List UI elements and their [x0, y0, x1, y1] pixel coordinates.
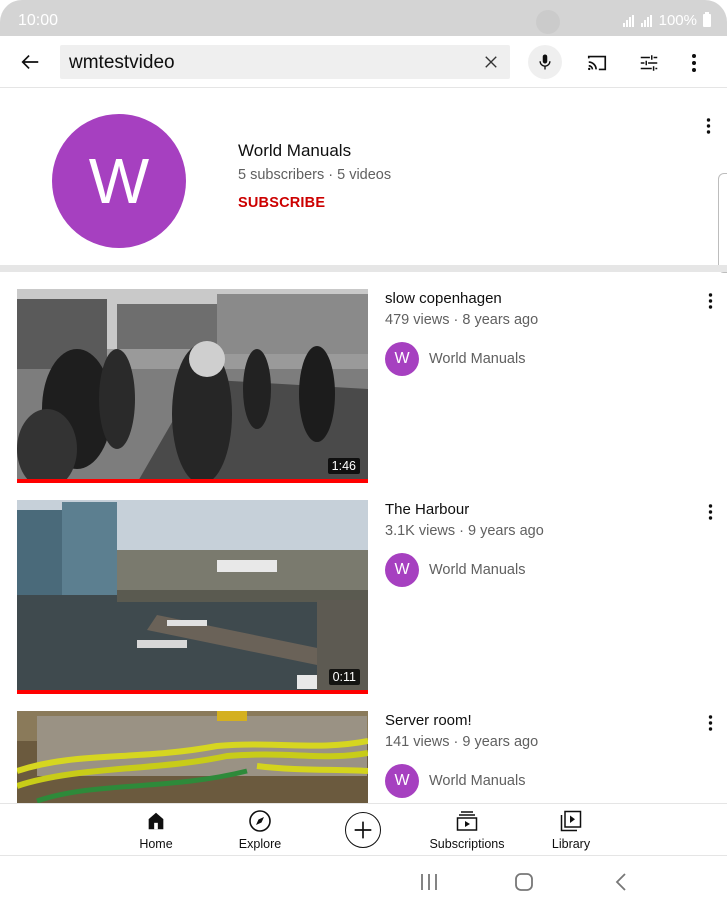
more-options-button[interactable] — [680, 48, 708, 78]
system-navigation-bar — [0, 856, 727, 908]
create-plus-icon — [354, 821, 372, 839]
camera-cutout — [536, 10, 560, 34]
cast-icon — [587, 55, 607, 71]
search-input[interactable]: wmtestvideo — [60, 45, 510, 79]
bottom-navigation: Home Explore Subscriptions Library — [0, 803, 727, 856]
channel-more-button[interactable] — [698, 115, 718, 137]
video-meta: 141 views · 9 years ago — [385, 734, 539, 750]
status-bar: 10:00 100% — [0, 0, 727, 36]
home-circle-icon — [515, 873, 533, 891]
nav-home-label: Home — [139, 837, 173, 851]
video-thumbnail[interactable] — [17, 711, 368, 803]
signal-icon — [640, 14, 652, 27]
video-duration: 1:46 — [327, 458, 360, 474]
video-more-button[interactable] — [700, 501, 720, 523]
battery-percent: 100% — [658, 12, 697, 29]
nav-library-label: Library — [551, 837, 591, 851]
nav-subscriptions[interactable]: Subscriptions — [422, 808, 512, 854]
channel-name[interactable]: World Manuals — [238, 141, 351, 161]
search-header: wmtestvideo — [0, 36, 727, 88]
channel-meta: 5 subscribers · 5 videos — [238, 167, 392, 183]
system-home-button[interactable] — [509, 870, 539, 894]
status-time: 10:00 — [18, 12, 59, 29]
channel-result[interactable]: W World Manuals 5 subscribers · 5 videos… — [0, 89, 727, 273]
video-channel-name: World Manuals — [429, 351, 526, 367]
section-divider — [0, 265, 727, 272]
more-vertical-icon — [708, 504, 712, 520]
nav-explore[interactable]: Explore — [228, 808, 292, 854]
cast-button[interactable] — [582, 48, 612, 78]
video-thumbnail[interactable]: 1:46 — [17, 289, 368, 483]
signal-icon — [622, 14, 634, 27]
thumbnail-image — [17, 289, 368, 483]
filter-sliders-icon — [640, 55, 658, 71]
search-filters-button[interactable] — [634, 48, 664, 78]
nav-subscriptions-label: Subscriptions — [429, 837, 505, 851]
clear-search-button[interactable] — [478, 49, 504, 75]
video-meta: 3.1K views · 9 years ago — [385, 523, 544, 539]
recents-icon — [421, 874, 437, 890]
video-duration: 0:11 — [328, 669, 360, 685]
more-vertical-icon — [692, 54, 696, 72]
video-channel-name: World Manuals — [429, 562, 526, 578]
subscribe-button[interactable]: SUBSCRIBE — [238, 195, 325, 211]
home-icon — [148, 812, 164, 830]
nav-explore-label: Explore — [238, 837, 282, 851]
nav-home[interactable]: Home — [126, 808, 186, 854]
video-more-button[interactable] — [700, 712, 720, 734]
recents-button[interactable] — [414, 870, 444, 894]
library-icon — [560, 810, 582, 832]
video-channel-name: World Manuals — [429, 773, 526, 789]
video-item[interactable]: 1:46 slow copenhagen 479 views · 8 years… — [0, 272, 727, 483]
video-meta: 479 views · 8 years ago — [385, 312, 539, 328]
compass-icon — [249, 810, 271, 832]
video-thumbnail[interactable]: 0:11 — [17, 500, 368, 694]
video-item[interactable]: 0:11 The Harbour 3.1K views · 9 years ag… — [0, 483, 727, 694]
back-button[interactable] — [14, 46, 46, 78]
nav-library[interactable]: Library — [541, 808, 601, 854]
thumbnail-image — [17, 711, 368, 803]
arrow-left-icon — [21, 54, 39, 70]
video-item[interactable]: Server room! 141 views · 9 years ago W W… — [0, 694, 727, 803]
video-channel[interactable]: W World Manuals — [385, 342, 525, 376]
video-channel[interactable]: W World Manuals — [385, 553, 525, 587]
channel-avatar-small[interactable]: W — [385, 342, 419, 376]
close-icon — [485, 56, 497, 68]
video-channel[interactable]: W World Manuals — [385, 764, 525, 798]
edge-panel-handle[interactable] — [718, 173, 727, 273]
nav-create-button[interactable] — [345, 812, 381, 848]
subscriptions-icon — [456, 811, 478, 831]
system-back-button[interactable] — [606, 870, 636, 894]
video-title[interactable]: Server room! — [385, 712, 472, 729]
video-title[interactable]: The Harbour — [385, 501, 469, 518]
channel-avatar-small[interactable]: W — [385, 553, 419, 587]
channel-avatar-small[interactable]: W — [385, 764, 419, 798]
thumbnail-image — [17, 500, 368, 694]
more-vertical-icon — [708, 715, 712, 731]
status-indicators: 100% — [622, 12, 711, 29]
video-more-button[interactable] — [700, 290, 720, 312]
microphone-icon — [539, 54, 551, 70]
channel-avatar[interactable]: W — [52, 114, 186, 248]
more-vertical-icon — [706, 118, 710, 134]
more-vertical-icon — [708, 293, 712, 309]
search-query: wmtestvideo — [69, 52, 175, 73]
video-title[interactable]: slow copenhagen — [385, 290, 502, 307]
chevron-left-icon — [615, 873, 626, 891]
battery-icon — [703, 12, 711, 27]
video-results-list[interactable]: 1:46 slow copenhagen 479 views · 8 years… — [0, 272, 727, 803]
voice-search-button[interactable] — [528, 45, 562, 79]
